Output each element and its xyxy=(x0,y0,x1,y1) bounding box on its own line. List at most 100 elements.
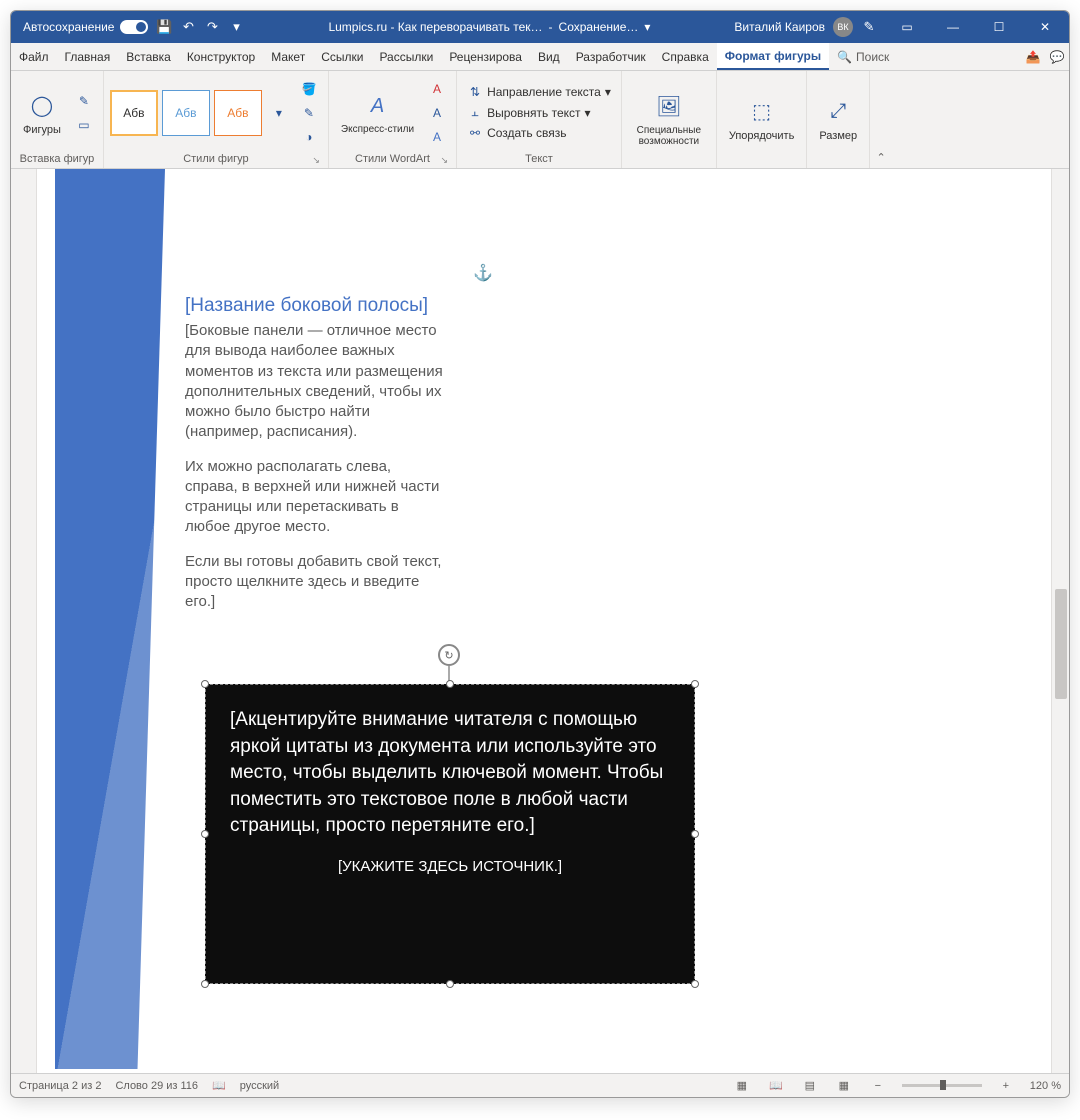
toggle-switch-icon[interactable] xyxy=(120,20,148,34)
zoom-slider[interactable] xyxy=(902,1084,982,1087)
resize-handle[interactable] xyxy=(201,680,209,688)
print-layout-icon[interactable]: ▤ xyxy=(800,1079,820,1092)
resize-handle[interactable] xyxy=(201,980,209,988)
sidebar-body[interactable]: [Боковые панели — отличное место для выв… xyxy=(185,321,447,626)
text-effects-icon[interactable]: A xyxy=(426,126,448,148)
app-window: Автосохранение 💾 ↶ ↷ ▾ Lumpics.ru - Как … xyxy=(10,10,1070,1098)
text-fill-icon[interactable]: A xyxy=(426,78,448,100)
language-status[interactable]: русский xyxy=(240,1080,279,1092)
alt-text-button[interactable]: 🖼 Специальные возможности xyxy=(628,89,710,149)
tab-help[interactable]: Справка xyxy=(654,43,717,70)
shape-style-2[interactable]: Абв xyxy=(162,90,210,136)
resize-handle[interactable] xyxy=(446,680,454,688)
tab-references[interactable]: Ссылки xyxy=(313,43,371,70)
quote-source[interactable]: [УКАЖИТЕ ЗДЕСЬ ИСТОЧНИК.] xyxy=(230,858,670,875)
align-text-button[interactable]: ⫠Выровнять текст▾ xyxy=(463,103,615,122)
text-outline-icon[interactable]: A xyxy=(426,102,448,124)
tab-shape-format[interactable]: Формат фигуры xyxy=(717,43,829,70)
zoom-out-icon[interactable]: − xyxy=(868,1080,888,1092)
text-box-icon[interactable]: ▭ xyxy=(73,114,95,136)
vertical-scrollbar[interactable] xyxy=(1051,169,1069,1073)
shape-effects-icon[interactable]: ◑ xyxy=(298,126,320,148)
user-name[interactable]: Виталий Каиров xyxy=(734,20,825,34)
zoom-in-icon[interactable]: + xyxy=(996,1080,1016,1092)
zoom-level[interactable]: 120 % xyxy=(1030,1080,1061,1092)
resize-handle[interactable] xyxy=(201,830,209,838)
tab-review[interactable]: Рецензирова xyxy=(441,43,530,70)
maximize-button[interactable]: ☐ xyxy=(977,11,1021,43)
resize-handle[interactable] xyxy=(691,830,699,838)
autosave-toggle[interactable]: Автосохранение xyxy=(23,20,148,34)
close-button[interactable]: ✕ xyxy=(1023,11,1067,43)
focus-mode-icon[interactable]: ▦ xyxy=(732,1079,752,1092)
shape-fill-icon[interactable]: 🪣 xyxy=(298,78,320,100)
dialog-launcher-icon[interactable]: ↘ xyxy=(312,155,320,166)
user-avatar[interactable]: ВК xyxy=(833,17,853,37)
shape-style-1[interactable]: Абв xyxy=(110,90,158,136)
selected-text-box[interactable]: [Акцентируйте внимание читателя с помощь… xyxy=(205,684,695,984)
sidebar-paragraph: [Боковые панели — отличное место для выв… xyxy=(185,321,447,443)
tab-home[interactable]: Главная xyxy=(57,43,119,70)
arrange-button[interactable]: ⬚ Упорядочить xyxy=(723,94,800,144)
redo-icon[interactable]: ↷ xyxy=(204,19,220,35)
resize-handle[interactable] xyxy=(691,680,699,688)
wordart-quick-styles[interactable]: A Экспресс-стили xyxy=(335,88,420,137)
tab-designer[interactable]: Конструктор xyxy=(179,43,263,70)
arrange-label: Упорядочить xyxy=(729,130,794,142)
size-icon: ⤢ xyxy=(822,96,854,128)
pen-icon[interactable]: ✎ xyxy=(861,19,877,35)
share-icon[interactable]: 📤 xyxy=(1021,43,1045,70)
text-direction-button[interactable]: ⇅Направление текста▾ xyxy=(463,83,615,101)
tab-view[interactable]: Вид xyxy=(530,43,568,70)
create-link-button[interactable]: ⚯Создать связь xyxy=(463,124,615,142)
title-dropdown-icon[interactable]: ▾ xyxy=(644,20,650,34)
ribbon-display-icon[interactable]: ▭ xyxy=(885,11,929,43)
shapes-button[interactable]: ◯ Фигуры xyxy=(17,88,67,138)
ribbon-tabs: Файл Главная Вставка Конструктор Макет С… xyxy=(11,43,1069,71)
scrollbar-thumb[interactable] xyxy=(1055,589,1067,699)
save-icon[interactable]: 💾 xyxy=(156,19,172,35)
group-text: ⇅Направление текста▾ ⫠Выровнять текст▾ ⚯… xyxy=(457,71,622,168)
sidebar-title[interactable]: [Название боковой полосы] xyxy=(185,295,428,317)
word-count[interactable]: Слово 29 из 116 xyxy=(115,1080,198,1092)
search-box[interactable]: 🔍 Поиск xyxy=(829,43,897,70)
tab-mailings[interactable]: Рассылки xyxy=(371,43,441,70)
resize-handle[interactable] xyxy=(691,980,699,988)
align-text-icon: ⫠ xyxy=(467,105,483,120)
page-status[interactable]: Страница 2 из 2 xyxy=(19,1080,101,1092)
tab-layout[interactable]: Макет xyxy=(263,43,313,70)
status-bar: Страница 2 из 2 Слово 29 из 116 📖 русски… xyxy=(11,1073,1069,1097)
dialog-launcher-icon[interactable]: ↘ xyxy=(441,155,449,166)
web-layout-icon[interactable]: ▦ xyxy=(834,1079,854,1092)
tab-developer[interactable]: Разработчик xyxy=(568,43,654,70)
size-button[interactable]: ⤢ Размер xyxy=(813,94,863,144)
page: [Название боковой полосы] [Боковые панел… xyxy=(55,169,1015,1073)
shape-style-3[interactable]: Абв xyxy=(214,90,262,136)
tab-insert[interactable]: Вставка xyxy=(118,43,179,70)
anchor-icon[interactable]: ⚓ xyxy=(473,263,493,283)
quote-text[interactable]: [Акцентируйте внимание читателя с помощь… xyxy=(230,707,670,840)
document-area: [Название боковой полосы] [Боковые панел… xyxy=(11,169,1069,1073)
resize-handle[interactable] xyxy=(446,980,454,988)
comments-icon[interactable]: 💬 xyxy=(1045,43,1069,70)
minimize-button[interactable]: — xyxy=(931,11,975,43)
arrange-icon: ⬚ xyxy=(746,96,778,128)
autosave-label: Автосохранение xyxy=(23,20,114,34)
style-gallery-more[interactable]: ▾ xyxy=(266,100,292,126)
sidebar-paragraph: Если вы готовы добавить свой текст, прос… xyxy=(185,552,447,613)
group-insert-shapes: ◯ Фигуры ✎ ▭ Вставка фигур xyxy=(11,71,104,168)
document-canvas[interactable]: [Название боковой полосы] [Боковые панел… xyxy=(37,169,1051,1073)
rotate-handle[interactable]: ↻ xyxy=(438,644,460,666)
edit-shape-icon[interactable]: ✎ xyxy=(73,90,95,112)
size-label: Размер xyxy=(819,130,857,142)
qat-dropdown-icon[interactable]: ▾ xyxy=(228,19,244,35)
sidebar-decoration xyxy=(55,169,165,1069)
tab-file[interactable]: Файл xyxy=(11,43,57,70)
group-arrange: ⬚ Упорядочить xyxy=(717,71,807,168)
collapse-ribbon-icon[interactable]: ⌃ xyxy=(870,71,892,168)
spell-check-icon[interactable]: 📖 xyxy=(212,1079,226,1092)
shape-outline-icon[interactable]: ✎ xyxy=(298,102,320,124)
undo-icon[interactable]: ↶ xyxy=(180,19,196,35)
ribbon: ◯ Фигуры ✎ ▭ Вставка фигур Абв Абв Абв ▾… xyxy=(11,71,1069,169)
read-mode-icon[interactable]: 📖 xyxy=(766,1079,786,1092)
